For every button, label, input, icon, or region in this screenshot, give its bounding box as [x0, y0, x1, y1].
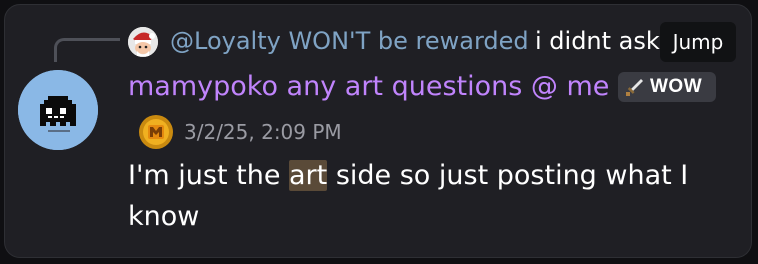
jump-button[interactable]: Jump: [660, 22, 736, 62]
role-badge[interactable]: [136, 112, 176, 152]
highlighted-search-term: art: [289, 160, 328, 191]
message-text-start: I'm just the: [128, 160, 290, 191]
gold-coin-icon: [139, 115, 173, 149]
message-content: I'm just the art side so just posting wh…: [128, 155, 718, 237]
user-avatar[interactable]: [18, 70, 98, 150]
reply-message-text[interactable]: i didnt ask: [535, 26, 660, 56]
reply-connector-line: [54, 38, 120, 62]
guild-tag[interactable]: WOW: [618, 72, 716, 102]
reply-author-name[interactable]: @Loyalty WON'T be rewarded: [170, 26, 529, 56]
sword-icon: [626, 79, 643, 96]
pixel-ghost-icon: [18, 70, 98, 150]
guild-tag-label: WOW: [650, 76, 703, 97]
santa-cartoon-icon: [128, 27, 158, 57]
message-author-name[interactable]: mamypoko any art questions @ me: [128, 69, 609, 105]
reply-avatar[interactable]: [128, 27, 158, 57]
message-timestamp: 3/2/25, 2:09 PM: [184, 120, 342, 144]
